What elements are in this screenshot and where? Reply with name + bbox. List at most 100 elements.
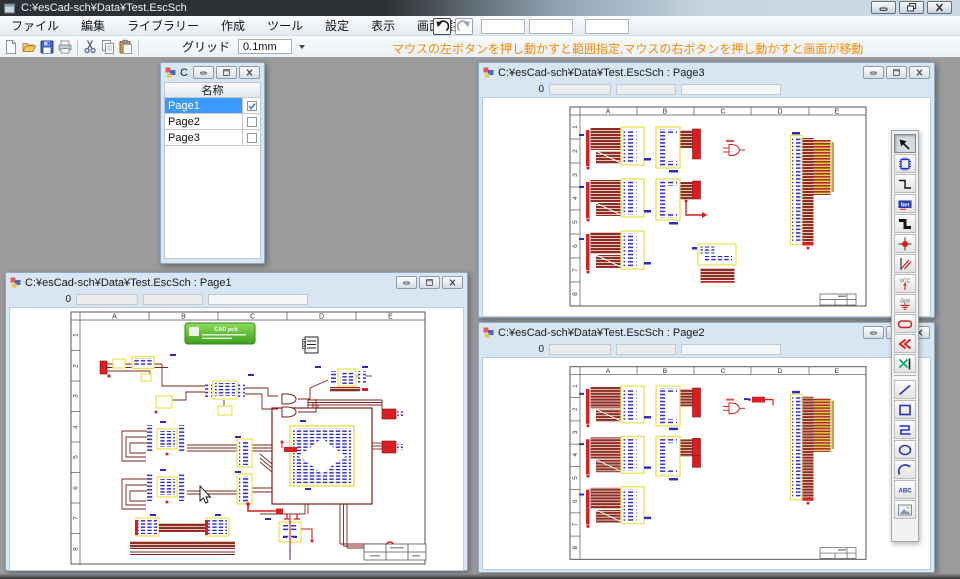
app-icon	[4, 3, 15, 14]
tool-polyline-button[interactable]	[894, 420, 916, 439]
menu-item-file[interactable]: ファイル	[0, 16, 70, 35]
ruler-strip: 0	[9, 292, 464, 307]
page-list-titlebar[interactable]: C	[164, 63, 261, 82]
maximize-button[interactable]	[419, 276, 440, 289]
minimize-icon	[868, 328, 879, 337]
paste-button[interactable]	[117, 38, 135, 56]
svg-text:6: 6	[73, 486, 80, 490]
restore-icon	[905, 2, 918, 13]
minimize-button[interactable]	[863, 66, 884, 79]
print-icon	[57, 39, 73, 55]
schematic-canvas-page1[interactable]: A B C D E 1 2 3 4 5 6 7 8	[9, 307, 464, 571]
schematic-canvas-page3[interactable]	[482, 97, 931, 317]
menu-item-settings[interactable]: 設定	[314, 16, 360, 35]
toolbar-input-2[interactable]	[529, 19, 573, 34]
tool-line-button[interactable]	[894, 380, 916, 399]
minimize-icon	[868, 68, 879, 77]
maximize-icon	[424, 278, 435, 287]
menu-item-view[interactable]: 表示	[360, 16, 406, 35]
minimize-button[interactable]	[193, 66, 214, 79]
maximize-button[interactable]	[216, 66, 237, 79]
close-button[interactable]	[239, 66, 260, 79]
bus-icon	[897, 217, 913, 231]
tool-select-button[interactable]	[894, 134, 916, 153]
status-hint: マウスの左ボタンを押し動かすと範囲指定,マウスの右ボタンを押し動かすと画面が移動	[392, 40, 863, 57]
maximize-button[interactable]	[886, 66, 907, 79]
minimize-button[interactable]	[396, 276, 417, 289]
minimize-button[interactable]	[863, 326, 884, 339]
origin-label: 0	[536, 344, 544, 355]
save-icon	[39, 39, 55, 55]
grid-size-select[interactable]: 0.1mm	[238, 39, 292, 54]
form-icon	[483, 327, 494, 338]
close-icon	[447, 278, 458, 287]
menu-item-edit[interactable]: 編集	[70, 16, 116, 35]
page-list: 名称 Page1 Page2 Page3	[164, 82, 261, 259]
tool-junction-button[interactable]	[894, 234, 916, 253]
menu-item-tools[interactable]: ツール	[256, 16, 314, 35]
cut-button[interactable]	[81, 38, 99, 56]
origin-label: 0	[63, 294, 71, 305]
toolbar-separator	[138, 39, 139, 55]
tool-bus-button[interactable]	[894, 214, 916, 233]
tool-disconnect-button[interactable]	[894, 354, 916, 373]
close-button[interactable]	[909, 66, 930, 79]
schematic-canvas-page2[interactable]	[482, 357, 931, 570]
tool-rect-button[interactable]	[894, 400, 916, 419]
page-list-item-page2[interactable]: Page2	[165, 114, 260, 130]
minimize-button[interactable]	[871, 1, 896, 14]
save-button[interactable]	[38, 38, 56, 56]
tool-repeat-button[interactable]	[894, 334, 916, 353]
tool-part-button[interactable]	[894, 154, 916, 173]
svg-text:ABC: ABC	[899, 488, 913, 494]
origin-label: 0	[536, 84, 544, 95]
open-button[interactable]	[20, 38, 38, 56]
tool-ellipse-button[interactable]	[894, 440, 916, 459]
tool-wire-button[interactable]	[894, 174, 916, 193]
svg-text:4: 4	[73, 425, 80, 429]
page-list-item-page1[interactable]: Page1	[165, 98, 260, 114]
coordinate-box	[681, 344, 781, 355]
close-button[interactable]	[927, 1, 952, 14]
tool-text-button[interactable]: ABC	[894, 480, 916, 499]
tool-gnd-button[interactable]: Gnd	[894, 294, 916, 313]
tool-vcc-button[interactable]: VCC	[894, 274, 916, 293]
close-button[interactable]	[442, 276, 463, 289]
tool-port-button[interactable]	[894, 314, 916, 333]
new-button[interactable]	[2, 38, 20, 56]
disconnect-icon	[897, 357, 913, 371]
svg-text:3: 3	[73, 394, 80, 398]
toolbar-input-3[interactable]	[585, 19, 629, 34]
page1-visible-checkbox[interactable]	[247, 101, 257, 111]
page2-visible-checkbox[interactable]	[247, 117, 257, 127]
page3-visible-checkbox[interactable]	[247, 133, 257, 143]
check-icon	[248, 102, 256, 110]
tool-bus-entry-button[interactable]	[894, 254, 916, 273]
toolbar-input-1[interactable]	[481, 19, 525, 34]
tool-image-button[interactable]	[894, 500, 916, 519]
sheet-symbol	[303, 337, 319, 353]
copy-button[interactable]	[99, 38, 117, 56]
schematic-sheet-page1: A B C D E 1 2 3 4 5 6 7 8	[10, 308, 464, 570]
page1-titlebar[interactable]: C:¥esCad-sch¥Data¥Test.EscSch : Page1	[9, 273, 464, 292]
undo-button[interactable]	[433, 18, 451, 35]
minimize-icon	[877, 2, 890, 13]
redo-button[interactable]	[455, 18, 473, 35]
svg-text:2: 2	[73, 364, 80, 368]
page2-titlebar[interactable]: C:¥esCad-sch¥Data¥Test.EscSch : Page2	[482, 323, 931, 342]
restore-button[interactable]	[899, 1, 924, 14]
page3-titlebar[interactable]: C:¥esCad-sch¥Data¥Test.EscSch : Page3	[482, 63, 931, 82]
svg-text:8: 8	[73, 547, 80, 551]
page-list-item-page3[interactable]: Page3	[165, 130, 260, 146]
tool-arc-button[interactable]	[894, 460, 916, 479]
print-button[interactable]	[56, 38, 74, 56]
wire-icon	[897, 177, 913, 191]
form-icon	[10, 277, 21, 288]
window-title: C:¥esCad-sch¥Data¥Test.EscSch	[21, 2, 187, 14]
gnd-symbol-icon: Gnd	[897, 297, 913, 311]
coordinate-box	[143, 294, 203, 305]
menu-item-library[interactable]: ライブラリー	[116, 16, 210, 35]
tool-net-label-button[interactable]: Net	[894, 194, 916, 213]
grid-dropdown-arrow-icon[interactable]	[299, 45, 305, 49]
menu-item-create[interactable]: 作成	[210, 16, 256, 35]
